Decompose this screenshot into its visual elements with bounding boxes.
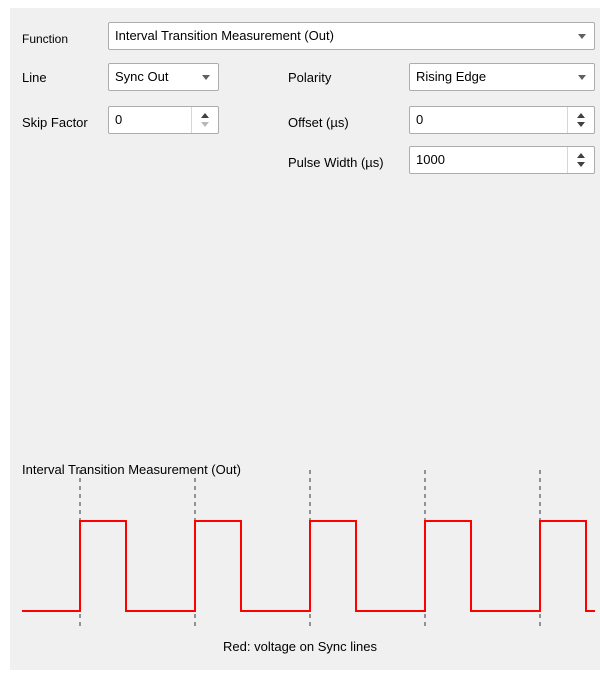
- sync-voltage-waveform: [22, 520, 595, 612]
- waveform-plot: [22, 470, 595, 628]
- scope-caption: Red: voltage on Sync lines: [223, 639, 377, 654]
